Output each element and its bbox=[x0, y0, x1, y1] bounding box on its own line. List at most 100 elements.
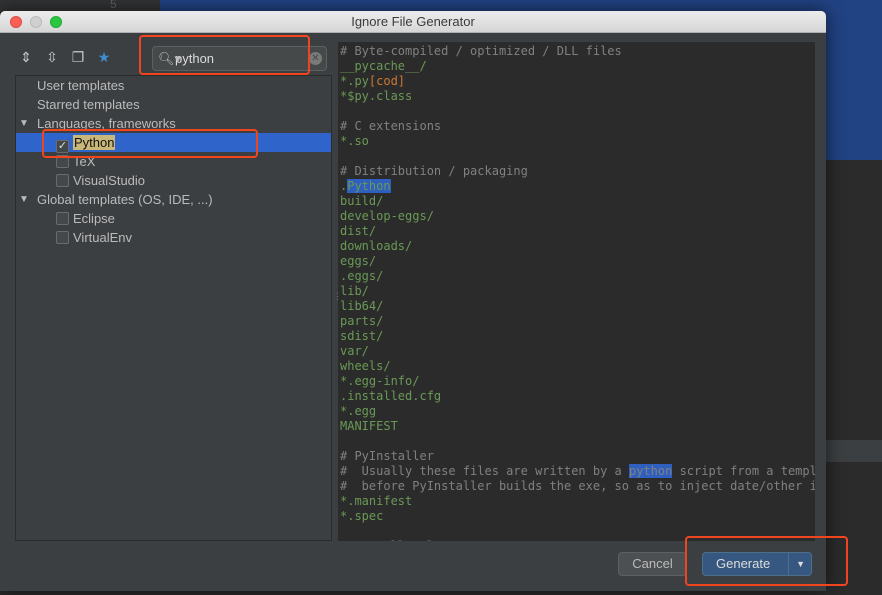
expand-arrow-icon[interactable]: ▼ bbox=[19, 114, 29, 133]
code-token: var/ bbox=[340, 344, 369, 358]
ignore-file-generator-dialog: Ignore File Generator ⇕ ⇳ ❐ ★ 🔍︎▾ python ✕ … bbox=[0, 11, 826, 591]
code-line: *$py.class bbox=[338, 89, 815, 104]
code-token: eggs/ bbox=[340, 254, 377, 268]
code-line: # C extensions bbox=[338, 119, 815, 134]
code-line: # before PyInstaller builds the exe, so … bbox=[338, 479, 815, 494]
checkbox[interactable] bbox=[56, 174, 69, 187]
tree-toolbar: ⇕ ⇳ ❐ ★ bbox=[18, 49, 112, 65]
expand-arrow-icon[interactable]: ▼ bbox=[19, 190, 29, 209]
tree-item-label: Global templates (OS, IDE, ...) bbox=[37, 192, 213, 207]
code-token: # Distribution / packaging bbox=[340, 164, 528, 178]
code-line: # Distribution / packaging bbox=[338, 164, 815, 179]
background-panel bbox=[826, 440, 882, 462]
collapse-all-icon[interactable]: ⇳ bbox=[44, 49, 60, 65]
tree-item[interactable]: Eclipse bbox=[16, 209, 331, 228]
code-token: sdist/ bbox=[340, 329, 384, 343]
code-token: *.manifest bbox=[340, 494, 413, 508]
tree-item-label: User templates bbox=[37, 78, 125, 93]
code-token: # Installer logs bbox=[340, 539, 456, 541]
dialog-title: Ignore File Generator bbox=[351, 14, 475, 29]
annotation-box-generate bbox=[685, 536, 848, 586]
code-token: # before PyInstaller builds the exe, so … bbox=[340, 479, 815, 493]
code-line: .eggs/ bbox=[338, 269, 815, 284]
tree-item-label: Starred templates bbox=[37, 97, 140, 112]
code-token: __pycache__/ bbox=[340, 59, 427, 73]
code-token: [cod] bbox=[368, 74, 406, 88]
code-line: lib64/ bbox=[338, 299, 815, 314]
code-line: wheels/ bbox=[338, 359, 815, 374]
code-token: downloads/ bbox=[340, 239, 413, 253]
code-token: # PyInstaller bbox=[340, 449, 434, 463]
code-token: lib64/ bbox=[340, 299, 384, 313]
code-token: *.so bbox=[340, 134, 369, 148]
code-token: develop-eggs/ bbox=[340, 209, 434, 223]
code-line: # PyInstaller bbox=[338, 449, 815, 464]
code-token: *.egg bbox=[340, 404, 377, 418]
search-match: Python bbox=[347, 179, 391, 193]
code-token: *.egg-info/ bbox=[340, 374, 420, 388]
code-line: MANIFEST bbox=[338, 419, 815, 434]
code-token: *$py.class bbox=[340, 89, 413, 103]
code-token: .installed.cfg bbox=[340, 389, 442, 403]
code-line: *.egg-info/ bbox=[338, 374, 815, 389]
code-line: .installed.cfg bbox=[338, 389, 815, 404]
code-token: # Usually these files are written by a bbox=[340, 464, 629, 478]
code-token: MANIFEST bbox=[340, 419, 398, 433]
tree-item-label: VirtualEnv bbox=[73, 230, 133, 245]
code-token: *.py bbox=[340, 74, 369, 88]
tree-item[interactable]: VisualStudio bbox=[16, 171, 331, 190]
star-icon[interactable]: ★ bbox=[96, 49, 112, 65]
code-line: *.so bbox=[338, 134, 815, 149]
copy-icon[interactable]: ❐ bbox=[70, 49, 86, 65]
tree-item[interactable]: Starred templates bbox=[16, 95, 331, 114]
clear-search-icon[interactable]: ✕ bbox=[309, 52, 322, 65]
code-line: *.py[cod] bbox=[338, 74, 815, 89]
code-line: develop-eggs/ bbox=[338, 209, 815, 224]
title-bar: Ignore File Generator bbox=[0, 11, 826, 33]
minimize-window-button[interactable] bbox=[30, 16, 42, 28]
tree-item[interactable]: ▼ Global templates (OS, IDE, ...) bbox=[16, 190, 331, 209]
code-line: # Byte-compiled / optimized / DLL files bbox=[338, 44, 815, 59]
code-token: lib/ bbox=[340, 284, 369, 298]
code-token: dist/ bbox=[340, 224, 377, 238]
code-token: *.spec bbox=[340, 509, 384, 523]
cancel-button[interactable]: Cancel bbox=[618, 552, 687, 576]
code-token: wheels/ bbox=[340, 359, 391, 373]
annotation-box-search bbox=[139, 35, 310, 75]
code-token: build/ bbox=[340, 194, 384, 208]
line-number: 5 bbox=[110, 0, 117, 11]
checkbox[interactable] bbox=[56, 212, 69, 225]
code-line: eggs/ bbox=[338, 254, 815, 269]
code-line: sdist/ bbox=[338, 329, 815, 344]
code-line: parts/ bbox=[338, 314, 815, 329]
code-line: var/ bbox=[338, 344, 815, 359]
code-line: *.egg bbox=[338, 404, 815, 419]
tree-item-label: Eclipse bbox=[73, 211, 115, 226]
maximize-window-button[interactable] bbox=[50, 16, 62, 28]
code-token: # Byte-compiled / optimized / DLL files bbox=[340, 44, 622, 58]
code-line: .Python bbox=[338, 179, 815, 194]
code-line: # Usually these files are written by a p… bbox=[338, 464, 815, 479]
tree-item-label: VisualStudio bbox=[73, 173, 146, 188]
close-window-button[interactable] bbox=[10, 16, 22, 28]
code-line: dist/ bbox=[338, 224, 815, 239]
code-line: *.manifest bbox=[338, 494, 815, 509]
checkbox[interactable] bbox=[56, 231, 69, 244]
code-line: lib/ bbox=[338, 284, 815, 299]
code-line: build/ bbox=[338, 194, 815, 209]
template-preview[interactable]: # Byte-compiled / optimized / DLL files _… bbox=[338, 42, 815, 541]
code-token: parts/ bbox=[340, 314, 384, 328]
expand-all-icon[interactable]: ⇕ bbox=[18, 49, 34, 65]
annotation-box-python bbox=[42, 129, 258, 158]
code-token: # C extensions bbox=[340, 119, 442, 133]
code-line: *.spec bbox=[338, 509, 815, 524]
tree-item[interactable]: VirtualEnv bbox=[16, 228, 331, 247]
code-line: downloads/ bbox=[338, 239, 815, 254]
tree-item[interactable]: User templates bbox=[16, 76, 331, 95]
search-match: python bbox=[628, 464, 673, 478]
code-token: .eggs/ bbox=[340, 269, 384, 283]
code-line: __pycache__/ bbox=[338, 59, 815, 74]
